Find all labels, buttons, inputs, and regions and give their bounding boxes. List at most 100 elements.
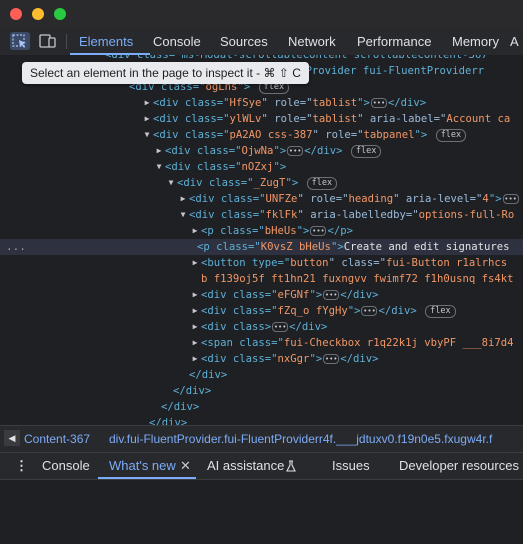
flex-badge[interactable]: flex [350,145,382,158]
expand-caret-icon[interactable]: ▶ [142,95,152,111]
tree-line[interactable]: ▶ <div class="UNFZe" role="heading" aria… [0,191,523,207]
tag-close: "> [285,177,299,189]
dom-tree[interactable]: <div class="ms-Modal-scrollableContent s… [0,55,523,425]
tab-elements[interactable]: Elements [79,28,133,55]
attr-value: fklFk [265,209,298,221]
tag-open: <div class=" [177,177,254,189]
attr-value: tablist [312,113,358,125]
close-window-button[interactable] [10,8,22,20]
tree-line[interactable]: </div> [0,415,523,425]
drawer-tab-developer-resources[interactable]: Developer resources [399,458,519,473]
node-actions-icon[interactable]: ... [6,239,26,255]
inspect-tooltip: Select an element in the page to inspect… [22,62,309,84]
device-toolbar-icon[interactable] [38,32,58,50]
attr-name: " role=" [297,193,349,205]
attr-value: pA2AO css-387 [229,129,313,141]
breadcrumb-item[interactable]: Content-367 [24,432,90,446]
collapsed-ellipsis-icon[interactable]: ••• [310,226,327,236]
element-picker-icon[interactable] [10,32,30,50]
tree-line[interactable]: ▼ <div class="_ZugT"> flex [0,175,523,191]
collapsed-ellipsis-icon[interactable]: ••• [361,306,378,316]
close-tab-icon[interactable]: ✕ [180,458,191,474]
tag-end: </div> [378,305,417,317]
zoom-window-button[interactable] [54,8,66,20]
tree-line[interactable]: </div> [0,383,523,399]
tag-end: </div> [387,97,427,109]
expand-caret-icon[interactable]: ▶ [190,223,200,239]
tree-line[interactable]: </div> [0,399,523,415]
collapse-caret-icon[interactable]: ▼ [142,127,152,143]
expand-caret-icon[interactable]: ▶ [190,303,200,319]
tag-end: </div> [173,385,212,397]
collapsed-ellipsis-icon[interactable]: ••• [272,322,289,332]
tree-line[interactable]: </div> [0,367,523,383]
tree-line[interactable]: ▶ <div class="HfSye" role="tablist"> ••• <… [0,95,523,111]
tab-console[interactable]: Console [153,28,201,55]
expand-caret-icon[interactable]: ▶ [190,351,200,367]
tree-line[interactable]: ▼ <div class="fklFk" aria-labelledby="op… [0,207,523,223]
tab-overflow[interactable]: A [510,28,519,55]
attr-value: _ZugT [253,177,286,189]
tag-close: "> [273,145,287,157]
tree-line[interactable]: ▶ <div class="OjwNa"> ••• </div> flex [0,143,523,159]
tab-sources[interactable]: Sources [220,28,268,55]
tag-open: <div class> [201,321,272,333]
drawer-tab-console[interactable]: Console [42,458,90,473]
expand-caret-icon[interactable]: ▶ [190,287,200,303]
tree-line[interactable]: ▶ <span class="fui-Checkbox r1q22k1j vby… [0,335,523,351]
expand-caret-icon[interactable]: ▶ [190,255,200,271]
attr-value: HfSye [229,97,262,109]
collapsed-ellipsis-icon[interactable]: ••• [287,146,304,156]
tab-memory[interactable]: Memory [452,28,499,55]
breadcrumb-scroll-left-icon[interactable]: ◀ [4,430,20,446]
collapsed-ellipsis-icon[interactable]: ••• [502,194,519,204]
tab-network[interactable]: Network [288,28,336,55]
tab-performance[interactable]: Performance [357,28,431,55]
tag-end: </div> [149,417,188,425]
flex-badge[interactable]: flex [306,177,338,190]
expand-caret-icon[interactable]: ▶ [190,319,200,335]
tree-line[interactable]: ▶ <div class="eFGNf"> ••• </div> [0,287,523,303]
attr-value: fui-Checkbox r1q22k1j vbyPF ___8i7d4 [283,337,514,349]
drawer-tab-ai-assistance[interactable]: AI assistance [207,458,284,473]
collapse-caret-icon[interactable]: ▼ [178,207,188,223]
breadcrumb-item[interactable]: div.fui-FluentProvider.fui-FluentProvide… [109,432,492,446]
collapsed-ellipsis-icon[interactable]: ••• [370,98,387,108]
tree-line-selected[interactable]: ... <p class="K0vsZ bHeUs">Create and ed… [0,239,523,255]
tag-open: <div class=" [153,113,230,125]
tree-line[interactable]: ▶ <div class="nxGgr"> ••• </div> [0,351,523,367]
tree-line[interactable]: ▼ <div class="pA2AO css-387" role="tabpa… [0,127,523,143]
drawer-tab-issues[interactable]: Issues [332,458,370,473]
drawer-toolbar: ⋮ Console What's new ✕ AI assistance Iss… [0,453,523,480]
tree-line[interactable]: ▶ <div class="fZq_o fYgHy"> ••• </div> fle… [0,303,523,319]
drawer-tab-whats-new[interactable]: What's new [109,458,176,473]
expand-caret-icon[interactable]: ▶ [142,111,152,127]
attr-name: " aria-label=" [357,113,447,125]
expand-caret-icon[interactable]: ▶ [154,143,164,159]
collapsed-ellipsis-icon[interactable]: ••• [323,354,340,364]
tag-open: <div class=" [153,129,230,141]
more-vertical-icon[interactable]: ⋮ [15,458,28,474]
tree-line[interactable]: ▶ <p class="bHeUs"> ••• </p> [0,223,523,239]
collapse-caret-icon[interactable]: ▼ [154,159,164,175]
expand-caret-icon[interactable]: ▶ [178,191,188,207]
tree-line[interactable]: ▶ <div class> ••• </div> [0,319,523,335]
tag-close: "> [357,97,370,109]
tag-end: </div> [340,353,379,365]
collapsed-ellipsis-icon[interactable]: ••• [323,290,340,300]
tag-close: "> [296,225,310,237]
expand-caret-icon[interactable]: ▶ [190,335,200,351]
tree-line[interactable]: ▶ <div class="ylWLv" role="tablist" aria… [0,111,523,127]
collapse-caret-icon[interactable]: ▼ [166,175,176,191]
tree-line[interactable]: ▶ <button type="button" class="fui-Butto… [0,255,523,271]
tree-line[interactable]: b f139oj5f ft1hn21 fuxngvv fwimf72 f1h0u… [0,271,523,287]
tree-line[interactable]: ▼ <div class="nOZxj"> [0,159,523,175]
flex-badge[interactable]: flex [435,129,467,142]
flask-icon [286,460,296,472]
attr-value: options-full-Ro [418,209,515,221]
tag-close: "> [488,193,502,205]
flex-badge[interactable]: flex [425,305,456,318]
attr-name: " role=" [261,97,313,109]
minimize-window-button[interactable] [32,8,44,20]
text-node: Create and edit signatures [343,241,510,253]
